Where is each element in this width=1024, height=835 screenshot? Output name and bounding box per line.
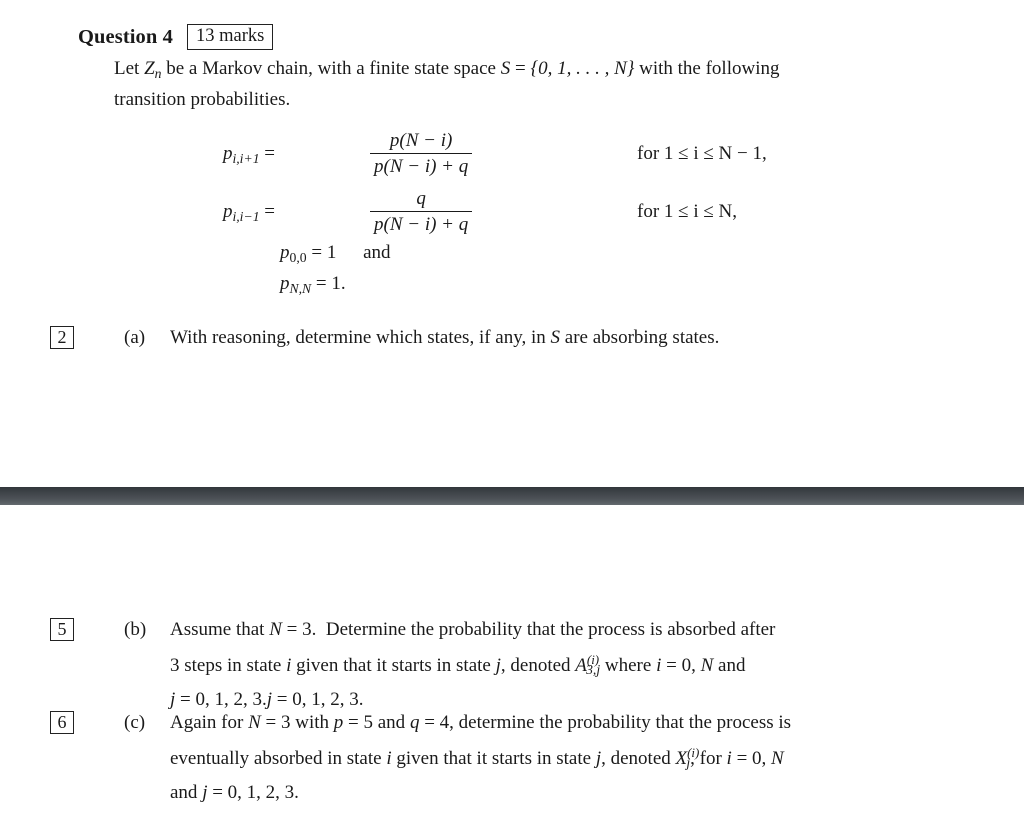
part-b-i-symbol: i <box>286 654 292 676</box>
boundary-2-value: 1. <box>331 273 346 294</box>
state-space-variable: S <box>500 58 511 79</box>
part-b-i-symbol-2: i <box>656 654 662 676</box>
state-space-set: {0, 1, . . . , N} <box>530 58 635 79</box>
document-page: Question 4 13 marks Let Zn be a Markov c… <box>0 0 1024 835</box>
part-b-label: (b) <box>124 619 147 640</box>
part-a-body: With reasoning, determine which states, … <box>170 323 884 353</box>
equation-1-relation: = <box>264 143 275 164</box>
part-c-X-subscript: j <box>686 755 691 771</box>
question-part-c: (c) Again for N = 3 with p = 5 and q = 4… <box>124 708 972 807</box>
equation-2-subscript: i,i−1 <box>232 208 260 224</box>
part-b-N-symbol-2: N <box>700 654 714 676</box>
boundary-1-conjunction: and <box>363 242 391 263</box>
equation-2-condition: for 1 ≤ i ≤ N, <box>637 201 738 222</box>
intro-line-1: Let Zn be a Markov chain, with a finite … <box>114 56 972 87</box>
part-b-line-2: 3 steps in state i given that it starts … <box>170 651 746 678</box>
marks-badge: 13 marks <box>186 24 274 51</box>
equation-row-1: pi,i+1 = p(N − i) p(N − i) + q for 1 ≤ i… <box>0 126 1024 182</box>
boundary-condition-row-1: p0,0 = 1 and <box>0 240 1024 271</box>
intro-middle: be a Markov chain, with a finite state s… <box>166 58 496 79</box>
part-c-i-symbol-2: i <box>726 747 732 769</box>
part-c-q-symbol: q <box>409 712 420 733</box>
part-b-line-1: Assume that N = 3. Determine the probabi… <box>170 619 776 640</box>
boundary-2-subscript: N,N <box>289 280 312 296</box>
question-heading: Question 4 13 marks <box>78 24 274 51</box>
part-c-label: (c) <box>124 712 146 733</box>
equation-1-numerator: p(N − i) <box>389 130 453 151</box>
part-b-N-symbol: N <box>269 619 282 640</box>
equation-row-2: pi,i−1 = q p(N − i) + q for 1 ≤ i ≤ N, <box>0 182 1024 240</box>
chain-variable: Z <box>144 58 155 79</box>
chain-subscript: n <box>154 65 162 81</box>
equation-2-denominator: p(N − i) + q <box>370 211 473 237</box>
intro-lead: Let <box>114 58 140 79</box>
marks-box-part-c: 6 <box>50 711 74 734</box>
question-intro: Let Zn be a Markov chain, with a finite … <box>114 56 972 113</box>
part-b-j-symbol: j <box>495 654 501 676</box>
question-part-a: (a) With reasoning, determine which stat… <box>124 323 884 353</box>
boundary-1-value: 1 <box>326 242 337 263</box>
part-b-A-subscript: 3,j <box>586 662 601 678</box>
part-b-j-symbol-2: j <box>170 688 176 710</box>
part-b-j-symbol-3: j <box>266 688 273 710</box>
boundary-1-subscript: 0,0 <box>289 249 307 265</box>
boundary-1-symbol: p <box>280 242 290 263</box>
part-c-p-symbol: p <box>333 712 344 733</box>
boundary-condition-row-2: pN,N = 1. <box>0 271 1024 302</box>
intro-tail: with the following <box>639 58 780 79</box>
equation-1-subscript: i,i+1 <box>232 150 260 166</box>
equation-2-numerator: q <box>416 188 426 209</box>
equation-1-fraction: p(N − i) p(N − i) + q <box>370 129 473 179</box>
intro-equals: = <box>515 58 526 79</box>
part-c-N-symbol: N <box>248 712 261 733</box>
equation-2-relation: = <box>264 201 275 222</box>
equation-1-lhs: pi,i+1 = <box>0 143 275 167</box>
equation-2-fraction: q p(N − i) + q <box>370 187 473 237</box>
part-c-line-2: eventually absorbed in state i given tha… <box>170 744 784 771</box>
boundary-2-symbol: p <box>280 273 290 294</box>
transition-probability-equations: pi,i+1 = p(N − i) p(N − i) + q for 1 ≤ i… <box>0 126 1024 302</box>
equation-1-condition: for 1 ≤ i ≤ N − 1, <box>637 143 767 164</box>
part-c-line-1: Again for N = 3 with p = 5 and q = 4, de… <box>170 712 792 733</box>
equation-1-denominator: p(N − i) + q <box>370 153 473 179</box>
boundary-1-relation: = <box>311 242 323 263</box>
part-b-body: Assume that N = 3. Determine the probabi… <box>170 615 972 714</box>
part-c-body: Again for N = 3 with p = 5 and q = 4, de… <box>170 708 972 807</box>
scan-divider-bar <box>0 487 1024 505</box>
part-c-j-symbol-2: j <box>202 781 208 803</box>
part-c-j-symbol: j <box>595 747 602 769</box>
part-a-label: (a) <box>124 327 146 348</box>
part-c-N-symbol-2: N <box>771 747 784 769</box>
intro-line-2: transition probabilities. <box>114 88 291 110</box>
boundary-condition-1: p0,0 = 1 and <box>280 242 391 266</box>
boundary-condition-2: pN,N = 1. <box>280 273 346 297</box>
part-a-line-1: With reasoning, determine which states, … <box>170 327 720 348</box>
marks-box-part-b: 5 <box>50 618 74 641</box>
part-c-i-symbol: i <box>386 747 392 769</box>
marks-box-part-a: 2 <box>50 326 74 349</box>
boundary-2-relation: = <box>315 273 327 294</box>
part-c-line-3: and j = 0, 1, 2, 3. <box>170 781 299 803</box>
question-title: Question 4 <box>78 25 173 48</box>
equation-2-lhs: pi,i−1 = <box>0 201 275 225</box>
question-part-b: (b) Assume that N = 3. Determine the pro… <box>124 615 972 714</box>
part-a-state-space-symbol: S <box>550 327 561 348</box>
